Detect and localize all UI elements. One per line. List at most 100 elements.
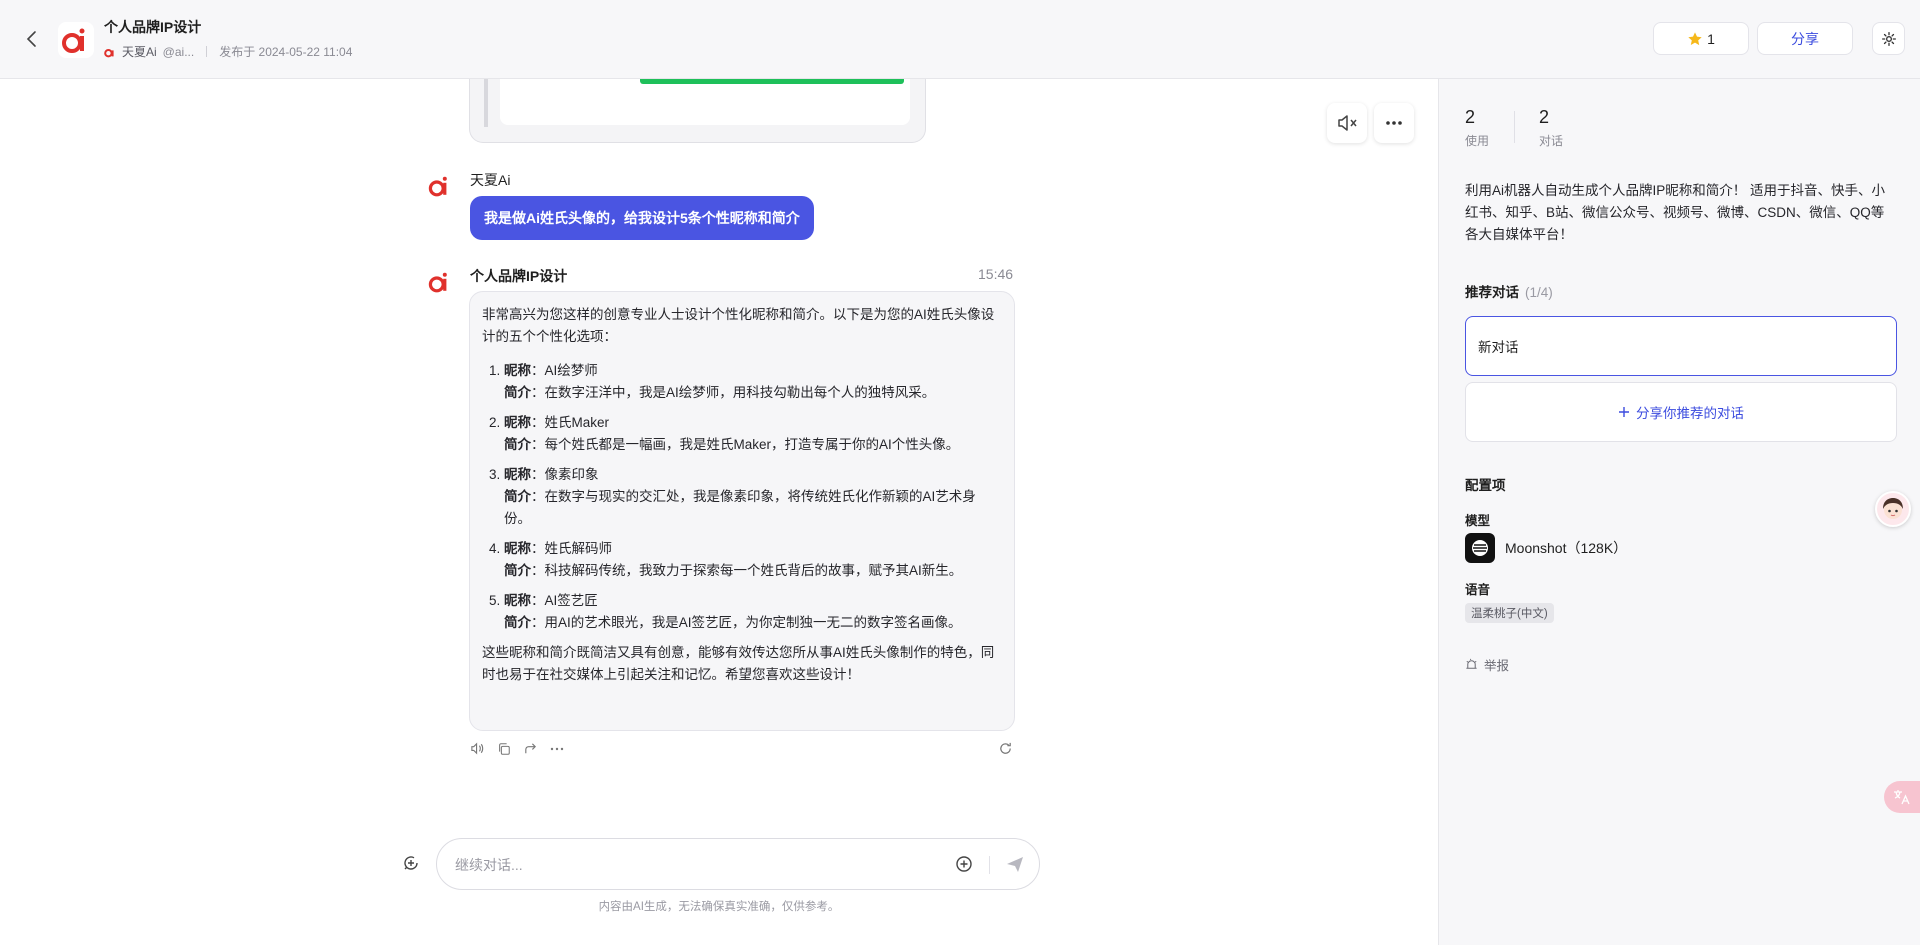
bio-value: 每个姓氏都是一幅画，我是姓氏Maker，打造专属于你的AI个性头像。 <box>544 437 960 452</box>
bio-label: 简介 <box>504 615 531 630</box>
bot-description: 利用Ai机器人自动生成个人品牌IP昵称和简介！ 适用于抖音、快手、小红书、知乎、… <box>1465 183 1886 242</box>
reply-list-item: 昵称：像素印象 简介：在数字与现实的交汇处，我是像素印象，将传统姓氏化作新颖的A… <box>504 464 1002 530</box>
nick-label: 昵称 <box>504 363 531 378</box>
speaker-mute-icon <box>1338 115 1357 131</box>
bot-avatar <box>426 268 454 296</box>
recommend-title: 推荐对话 (1/4) <box>1465 281 1553 301</box>
star-button[interactable]: 1 <box>1653 22 1749 55</box>
copy-icon[interactable] <box>497 742 511 756</box>
bio-value: 用AI的艺术眼光，我是AI签艺匠，为你定制独一无二的数字签名画像。 <box>544 615 962 630</box>
regenerate-icon[interactable] <box>998 741 1013 756</box>
reply-list-item: 昵称：姓氏Maker 简介：每个姓氏都是一幅画，我是姓氏Maker，打造专属于你… <box>504 412 1002 456</box>
dialogs-label: 对话 <box>1539 134 1564 148</box>
top-header: 个人品牌IP设计 天夏Ai @ai... 发布于 2024-05-22 11:0… <box>0 0 1920 79</box>
model-info: Moonshot（128K） <box>1465 533 1627 563</box>
user-sender-name: 天夏Ai <box>470 172 511 188</box>
reply-list: 昵称：AI绘梦师 简介：在数字汪洋中，我是AI绘梦师，用科技勾勒出每个人的独特风… <box>482 360 1002 634</box>
bio-value: 在数字汪洋中，我是AI绘梦师，用科技勾勒出每个人的独特风采。 <box>544 385 936 400</box>
bot-logo <box>58 22 94 58</box>
bio-label: 简介 <box>504 437 531 452</box>
send-icon[interactable] <box>1005 854 1025 877</box>
moonshot-model-icon <box>1465 533 1495 563</box>
stat-divider <box>1514 111 1515 143</box>
reply-intro: 非常高兴为您这样的创意专业人士设计个性化昵称和简介。以下是为您的AI姓氏头像设计… <box>482 307 995 344</box>
user-message-bubble: 我是做Ai姓氏头像的，给我设计5条个性昵称和简介 <box>470 196 814 240</box>
bio-label: 简介 <box>504 385 531 400</box>
dialog-stat: 2 对话 <box>1539 107 1563 149</box>
more-options-button[interactable] <box>1374 103 1414 143</box>
page-meta: 天夏Ai @ai... 发布于 2024-05-22 11:04 <box>104 43 352 60</box>
report-label: 举报 <box>1484 659 1510 673</box>
plus-icon <box>1619 407 1629 417</box>
previous-message-card <box>469 79 926 143</box>
recommend-page: (1/4) <box>1525 285 1553 300</box>
voice-tag: 温柔桃子(中文) <box>1465 603 1554 623</box>
nick-value: AI签艺匠 <box>544 593 598 608</box>
new-dialog-card[interactable]: 新对话 <box>1465 316 1897 376</box>
usage-stat: 2 使用 <box>1465 107 1489 149</box>
author-handle: @ai... <box>162 44 195 59</box>
dialogs-count: 2 <box>1539 107 1550 127</box>
uses-label: 使用 <box>1465 134 1490 148</box>
mute-button[interactable] <box>1327 103 1367 143</box>
nick-value: 姓氏解码师 <box>544 541 613 556</box>
input-divider <box>989 856 990 874</box>
bot-reply-bubble: 非常高兴为您这样的创意专业人士设计个性化昵称和简介。以下是为您的AI姓氏头像设计… <box>469 291 1015 731</box>
bio-label: 简介 <box>504 563 531 578</box>
reply-list-item: 昵称：姓氏解码师 简介：科技解码传统，我致力于探索每一个姓氏背后的故事，赋予其A… <box>504 538 1002 582</box>
more-dots-icon <box>1386 121 1402 125</box>
new-chat-icon[interactable] <box>402 854 424 876</box>
model-label: 模型 <box>1465 514 1491 528</box>
star-count: 1 <box>1707 30 1715 47</box>
share-button[interactable]: 分享 <box>1757 22 1853 55</box>
message-actions <box>470 741 564 756</box>
nick-label: 昵称 <box>504 467 531 482</box>
reply-outro: 这些昵称和简介既简洁又具有创意，能够有效传达您所从事AI姓氏头像制作的特色，同时… <box>482 645 995 682</box>
nick-label: 昵称 <box>504 415 531 430</box>
star-icon <box>1688 31 1702 45</box>
reply-list-item: 昵称：AI签艺匠 简介：用AI的艺术眼光，我是AI签艺匠，为你定制独一无二的数字… <box>504 590 1002 634</box>
chat-input[interactable] <box>455 853 935 877</box>
ai-disclaimer: 内容由AI生成，无法确保真实准确，仅供参考。 <box>598 901 840 913</box>
uses-count: 2 <box>1465 107 1476 127</box>
bot-sender-name: 个人品牌IP设计 <box>470 268 568 284</box>
reply-list-item: 昵称：AI绘梦师 简介：在数字汪洋中，我是AI绘梦师，用科技勾勒出每个人的独特风… <box>504 360 1002 404</box>
alarm-icon <box>1466 658 1477 669</box>
message-time: 15:46 <box>978 266 1014 282</box>
info-panel: 2 使用 2 对话 利用Ai机器人自动生成个人品牌IP昵称和简介！ 适用于抖音、… <box>1438 79 1920 945</box>
progress-bar <box>640 79 904 84</box>
read-aloud-icon[interactable] <box>470 741 485 756</box>
translate-icon[interactable] <box>1884 781 1920 813</box>
share-message-icon[interactable] <box>523 741 538 756</box>
user-avatar <box>426 172 454 200</box>
config-title: 配置项 <box>1465 478 1506 493</box>
author-name[interactable]: 天夏Ai <box>122 43 157 60</box>
report-button[interactable]: 举报 <box>1465 655 1509 674</box>
previous-card-content <box>500 79 910 125</box>
model-name: Moonshot（128K） <box>1505 540 1628 556</box>
nick-value: AI绘梦师 <box>544 363 598 378</box>
bio-value: 科技解码传统，我致力于探索每一个姓氏背后的故事，赋予其AI新生。 <box>544 563 963 578</box>
bio-value: 在数字与现实的交汇处，我是像素印象，将传统姓氏化作新颖的AI艺术身份。 <box>504 489 976 526</box>
nick-value: 姓氏Maker <box>544 415 610 430</box>
recommend-title-text: 推荐对话 <box>1465 285 1519 300</box>
bio-label: 简介 <box>504 489 531 504</box>
nick-label: 昵称 <box>504 593 531 608</box>
gear-icon <box>1881 31 1896 46</box>
meta-divider <box>206 46 208 57</box>
add-attachment-icon[interactable] <box>955 855 973 876</box>
voice-label: 语音 <box>1465 583 1491 597</box>
back-arrow-icon[interactable] <box>22 27 42 51</box>
author-logo-icon <box>104 48 114 57</box>
publish-date: 发布于 2024-05-22 11:04 <box>219 45 353 59</box>
assistant-avatar-float[interactable] <box>1875 491 1911 527</box>
page-title: 个人品牌IP设计 <box>104 19 202 35</box>
quote-bar <box>484 79 488 127</box>
share-recommend-label: 分享你推荐的对话 <box>1636 406 1744 421</box>
nick-label: 昵称 <box>504 541 531 556</box>
share-recommend-button[interactable]: 分享你推荐的对话 <box>1465 382 1897 442</box>
nick-value: 像素印象 <box>544 467 599 482</box>
more-actions-icon[interactable] <box>550 747 564 751</box>
chat-input-box <box>436 838 1040 890</box>
settings-button[interactable] <box>1872 22 1905 55</box>
